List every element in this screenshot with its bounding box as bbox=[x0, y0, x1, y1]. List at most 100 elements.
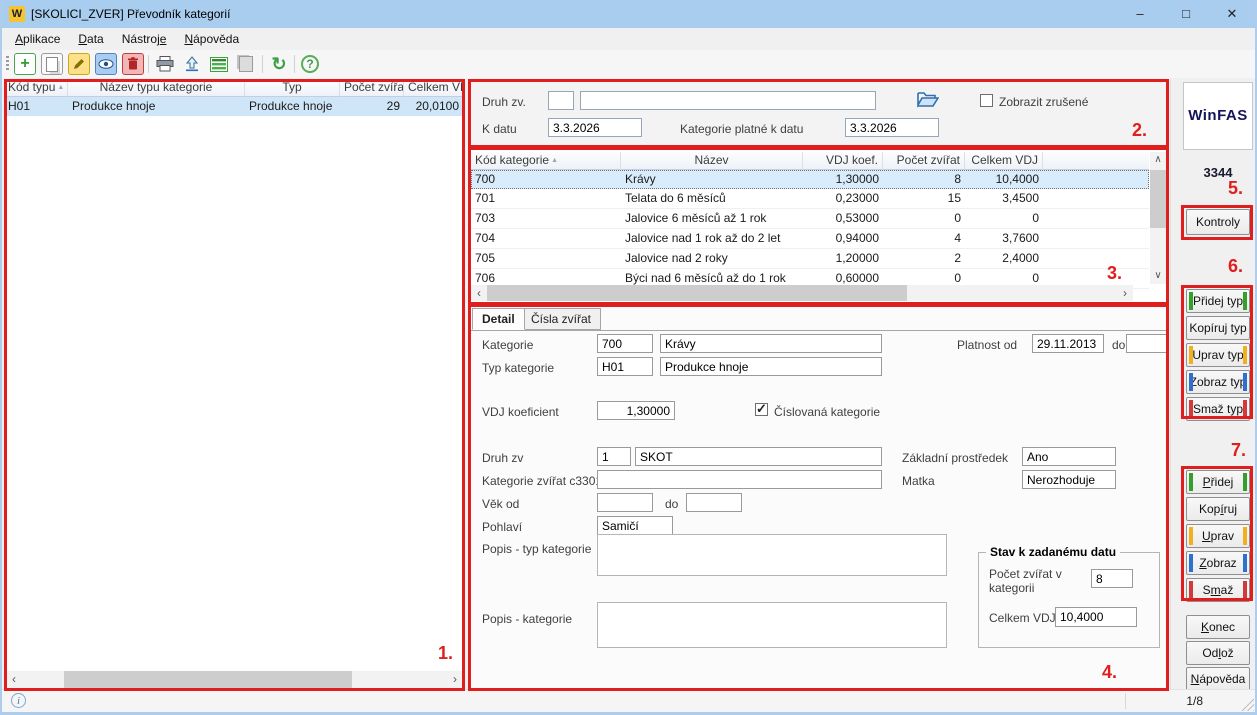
scroll-left-icon[interactable]: ‹ bbox=[6, 671, 22, 687]
druh-zv-name-input[interactable] bbox=[635, 447, 882, 466]
column-header-kod-kategorie[interactable]: Kód kategorie▲ bbox=[471, 152, 621, 170]
info-icon[interactable]: i bbox=[11, 693, 26, 708]
menu-aplikace[interactable]: Aplikace bbox=[6, 29, 69, 49]
kontroly-button[interactable]: Kontroly bbox=[1186, 209, 1250, 235]
zobraz-typ-button[interactable]: Zobraz typ bbox=[1186, 370, 1250, 394]
tab-detail[interactable]: Detail bbox=[472, 308, 525, 330]
popis-typ-label: Popis - typ kategorie bbox=[482, 542, 591, 556]
pridej-typ-button[interactable]: Přidej typ bbox=[1186, 289, 1250, 313]
scroll-right-icon[interactable]: › bbox=[1117, 285, 1133, 301]
pohlavi-input[interactable] bbox=[597, 516, 673, 535]
help-icon[interactable]: ? bbox=[299, 53, 321, 75]
paste-icon[interactable] bbox=[235, 53, 257, 75]
title-bar: W [SKOLICI_ZVER] Převodník kategorií – □… bbox=[2, 0, 1255, 28]
popis-kategorie-textarea[interactable] bbox=[597, 602, 947, 648]
scrollbar-thumb[interactable] bbox=[1150, 170, 1166, 228]
konec-button[interactable]: Konec bbox=[1186, 615, 1250, 639]
table-row[interactable]: H01 Produkce hnoje Produkce hnoje 29 20,… bbox=[4, 97, 465, 116]
scrollbar-thumb[interactable] bbox=[487, 285, 907, 301]
smaz-typ-button[interactable]: Smaž typ bbox=[1186, 397, 1250, 421]
horizontal-scrollbar[interactable]: ‹ › bbox=[6, 671, 463, 688]
popis-kategorie-label: Popis - kategorie bbox=[482, 612, 572, 626]
folder-open-icon[interactable] bbox=[916, 89, 939, 112]
kopiruj-typ-button[interactable]: Kopíruj typ bbox=[1186, 316, 1250, 340]
vek-do-label: do bbox=[665, 497, 678, 511]
uprav-typ-button[interactable]: Uprav typ bbox=[1186, 343, 1250, 367]
accent-bar bbox=[1243, 554, 1247, 572]
accent-bar bbox=[1189, 581, 1193, 599]
delete-icon[interactable] bbox=[122, 53, 144, 75]
close-button[interactable]: ✕ bbox=[1209, 0, 1255, 28]
scroll-left-icon[interactable]: ‹ bbox=[471, 285, 487, 301]
odloz-button[interactable]: Odlož bbox=[1186, 641, 1250, 665]
vek-do-input[interactable] bbox=[686, 493, 742, 512]
maximize-button[interactable]: □ bbox=[1163, 0, 1209, 28]
column-header-pocet-zvirat[interactable]: Počet zvířat bbox=[340, 79, 404, 97]
edit-icon[interactable] bbox=[68, 53, 90, 75]
kategorie-code-input[interactable] bbox=[597, 334, 653, 353]
vdj-koeficient-input[interactable] bbox=[597, 401, 675, 420]
zobrazit-zrusene-checkbox[interactable] bbox=[980, 94, 993, 107]
table-row[interactable]: 705 Jalovice nad 2 roky 1,20000 2 2,4000 bbox=[471, 249, 1149, 269]
druh-zv-code-input[interactable] bbox=[597, 447, 631, 466]
column-header-pocet-zvirat[interactable]: Počet zvířat bbox=[883, 152, 965, 170]
scrollbar-thumb[interactable] bbox=[64, 671, 352, 688]
druh-code-input[interactable] bbox=[548, 91, 574, 110]
copy-icon[interactable] bbox=[41, 53, 63, 75]
column-header-nazev[interactable]: Název bbox=[621, 152, 803, 170]
napoveda-button[interactable]: Nápověda bbox=[1186, 667, 1250, 691]
pocet-zvirat-input[interactable] bbox=[1091, 569, 1133, 588]
kopiruj-button[interactable]: Kopíruj bbox=[1186, 497, 1250, 521]
typ-kategorie-name-input[interactable] bbox=[660, 357, 882, 376]
minimize-button[interactable]: – bbox=[1117, 0, 1163, 28]
k-datu-input[interactable] bbox=[548, 118, 642, 137]
menu-data[interactable]: Data bbox=[69, 29, 112, 49]
uprav-button[interactable]: Uprav bbox=[1186, 524, 1250, 548]
table-row[interactable]: 703 Jalovice 6 měsíců až 1 rok 0,53000 0… bbox=[471, 209, 1149, 229]
celkem-vdj-input[interactable] bbox=[1055, 607, 1137, 627]
platnost-do-input[interactable] bbox=[1126, 334, 1167, 353]
add-icon[interactable]: + bbox=[14, 53, 36, 75]
column-header-kod-typu[interactable]: Kód typu▲ bbox=[4, 79, 68, 97]
menu-nastroje[interactable]: Nástroje bbox=[113, 29, 176, 49]
column-header-vdj-koef[interactable]: VDJ koef. bbox=[803, 152, 883, 170]
print-icon[interactable] bbox=[154, 53, 176, 75]
scroll-right-icon[interactable]: › bbox=[447, 671, 463, 687]
tab-cisla-zvirat[interactable]: Čísla zvířat bbox=[521, 308, 601, 330]
scroll-up-icon[interactable]: ∧ bbox=[1150, 152, 1166, 168]
horizontal-scrollbar[interactable]: ‹ › bbox=[471, 285, 1133, 301]
refresh-icon[interactable]: ↻ bbox=[268, 53, 290, 75]
sort-asc-icon: ▲ bbox=[57, 84, 64, 91]
table-row[interactable]: 700 Krávy 1,30000 8 10,4000 bbox=[471, 170, 1149, 189]
platnost-od-input[interactable] bbox=[1032, 334, 1104, 353]
zobraz-button[interactable]: Zobraz bbox=[1186, 551, 1250, 575]
kategorie-name-input[interactable] bbox=[660, 334, 882, 353]
column-header-typ[interactable]: Typ bbox=[245, 79, 340, 97]
toolbar: + ↻ ? bbox=[2, 50, 1255, 78]
column-header-celkem-vdj[interactable]: Celkem VDJ bbox=[404, 79, 463, 97]
kategorie-zvirat-input[interactable] bbox=[597, 470, 882, 489]
smaz-button[interactable]: Smaž bbox=[1186, 578, 1250, 602]
druh-zv-label: Druh zv bbox=[482, 451, 523, 465]
druh-name-input[interactable] bbox=[580, 91, 876, 110]
vek-od-input[interactable] bbox=[597, 493, 653, 512]
kategorie-platne-input[interactable] bbox=[845, 118, 939, 137]
column-header-celkem-vdj[interactable]: Celkem VDJ bbox=[965, 152, 1043, 170]
list-icon[interactable] bbox=[208, 53, 230, 75]
column-header-nazev-typu[interactable]: Název typu kategorie bbox=[68, 79, 245, 97]
pridej-button[interactable]: Přidej bbox=[1186, 470, 1250, 494]
matka-input[interactable] bbox=[1022, 470, 1116, 489]
table-row[interactable]: 704 Jalovice nad 1 rok až do 2 let 0,940… bbox=[471, 229, 1149, 249]
table-row[interactable]: 701 Telata do 6 měsíců 0,23000 15 3,4500 bbox=[471, 189, 1149, 209]
view-icon[interactable] bbox=[95, 53, 117, 75]
export-icon[interactable] bbox=[181, 53, 203, 75]
typ-kategorie-code-input[interactable] bbox=[597, 357, 653, 376]
sort-asc-icon: ▲ bbox=[551, 157, 558, 164]
vertical-scrollbar[interactable]: ∧ ∨ bbox=[1150, 152, 1166, 284]
zakladni-prostredek-input[interactable] bbox=[1022, 447, 1116, 466]
menu-napoveda[interactable]: Nápověda bbox=[175, 29, 248, 49]
scroll-down-icon[interactable]: ∨ bbox=[1150, 268, 1166, 284]
cislovana-kategorie-checkbox[interactable] bbox=[755, 403, 768, 416]
popis-typ-textarea[interactable] bbox=[597, 534, 947, 576]
resize-grip[interactable] bbox=[1241, 698, 1254, 711]
